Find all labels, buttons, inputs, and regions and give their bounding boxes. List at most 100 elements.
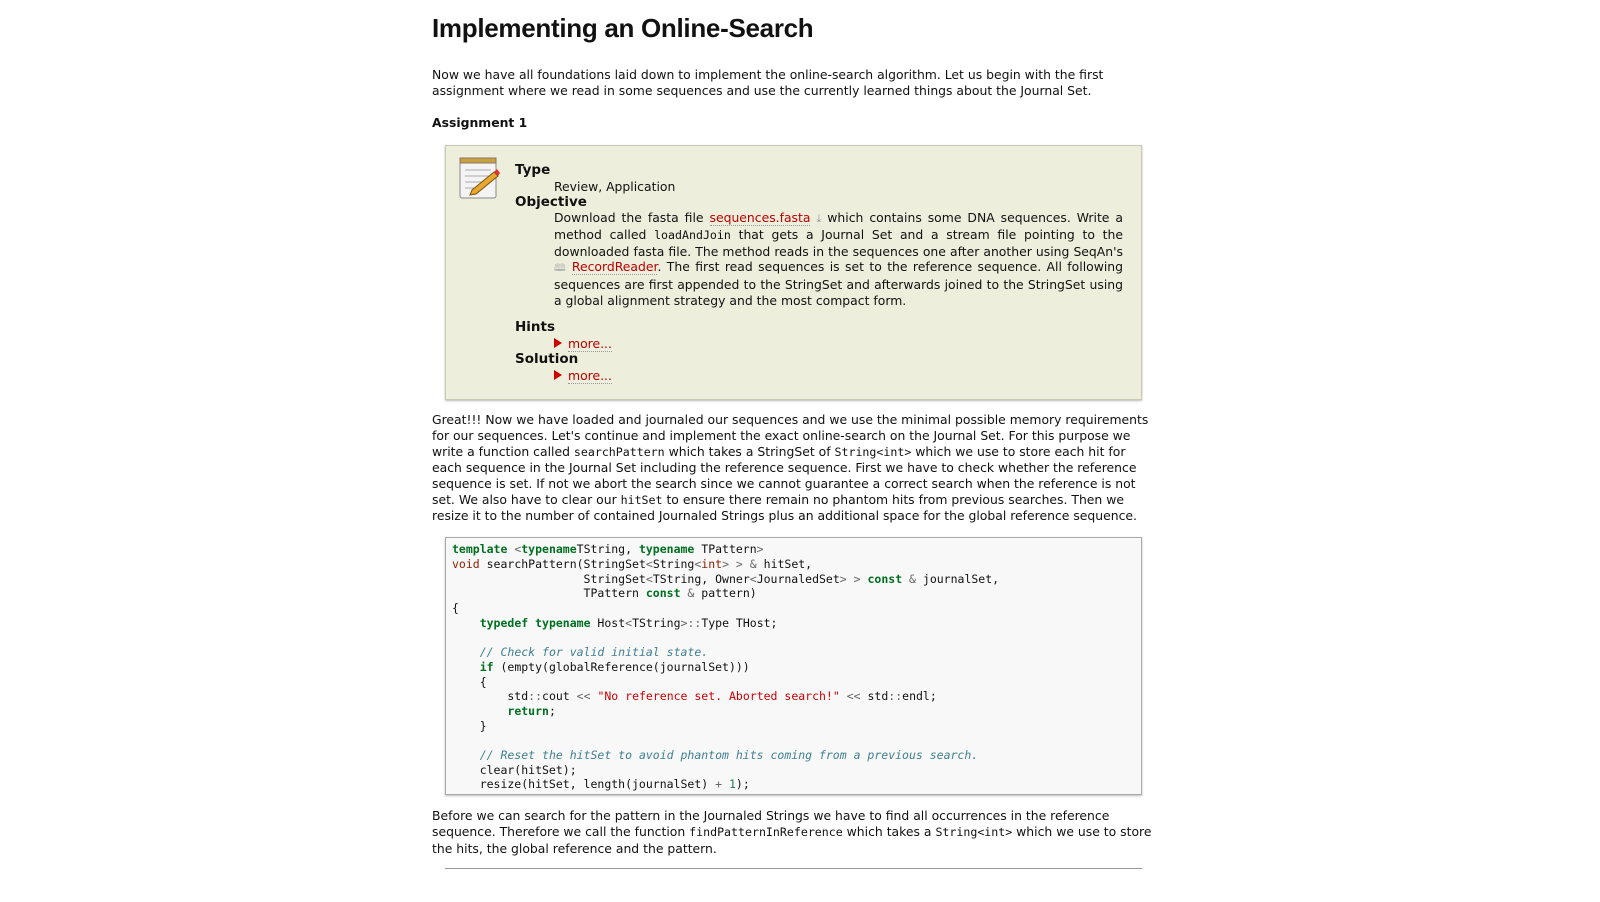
code-line: { [452, 675, 1135, 690]
triangle-right-icon [554, 369, 562, 380]
assignment-heading: Assignment 1 [432, 115, 528, 131]
code-token: < [507, 542, 522, 557]
code-line: ​ [452, 630, 1135, 645]
solution-toggle[interactable]: more... [554, 367, 1123, 384]
code-line: StringSet<TString, Owner<JournaledSet> >… [452, 572, 1135, 587]
code-token: :: [888, 689, 903, 704]
code-token: ; [548, 703, 556, 718]
hints-toggle[interactable]: more... [554, 336, 1123, 353]
code-token: >:: [680, 615, 702, 630]
code-block: template <typenameTString, typename TPat… [445, 537, 1142, 796]
code-line: resize(hitSet, length(journalSet) + 1); [452, 777, 1135, 792]
code-token: if [479, 659, 494, 674]
code-token: return [507, 703, 549, 718]
code-token: (empty(globalReference(journalSet))) [493, 659, 750, 674]
code-token: typename [638, 542, 695, 557]
code-line: { [452, 601, 1135, 616]
code-line: ​ [452, 733, 1135, 748]
code-token: & [902, 571, 916, 586]
code-line: // Reset the hitSet to avoid phantom hit… [452, 748, 1135, 763]
code-line: if (empty(globalReference(journalSet))) [452, 660, 1135, 675]
code-token: endl; [902, 689, 937, 704]
code-line: // Check for valid initial state. [452, 645, 1135, 660]
code-token: < [749, 571, 757, 586]
notepad-pencil-icon [459, 157, 500, 199]
code-token: Type THost; [701, 615, 778, 630]
code-token: typename [521, 542, 577, 557]
paragraph: Before we can search for the pattern in … [432, 808, 1156, 856]
inline-code: findPatternInReference [689, 824, 843, 839]
text: Download the fasta file [554, 210, 710, 226]
code-token: < [645, 556, 653, 571]
code-token: > > [839, 571, 861, 586]
code-token: << [576, 689, 591, 704]
code-token: // Check for valid initial state. [479, 645, 709, 660]
code-token: TPattern [452, 586, 646, 601]
code-token: int [701, 556, 723, 571]
code-token: JournaledSet [756, 571, 840, 586]
document: Implementing an Online-Search Now we hav… [432, 0, 1156, 879]
code-token: searchPattern(StringSet [479, 556, 646, 571]
code-token: > > [722, 556, 743, 571]
hints-more-link[interactable]: more... [568, 336, 612, 353]
code-token: << [846, 689, 861, 704]
code-token: & [742, 556, 757, 571]
code-token: const [645, 586, 681, 601]
recordreader-link[interactable]: RecordReader [571, 259, 658, 276]
inline-code: String<int> [834, 444, 912, 459]
code-line: template <typenameTString, typename TPat… [452, 542, 1135, 557]
code-token: } [452, 718, 487, 733]
code-token: > [756, 542, 764, 557]
code-token: + [715, 777, 723, 792]
code-line: return; [452, 704, 1135, 719]
code-token: "No reference set. Aborted search!" [597, 689, 840, 704]
sequences-fasta-link[interactable]: sequences.fasta [709, 210, 811, 227]
objective-label: Objective [515, 193, 587, 210]
inline-code: hitSet [620, 492, 663, 507]
solution-more-link[interactable]: more... [568, 367, 612, 384]
hints-label: Hints [515, 319, 556, 336]
code-token: journalSet, [915, 571, 1000, 586]
intro-paragraph: Now we have all foundations laid down to… [432, 67, 1104, 98]
type-label: Type [515, 162, 551, 179]
paragraph: Great!!! Now we have loaded and journale… [432, 412, 1156, 524]
page-title: Implementing an Online-Search [432, 13, 814, 43]
code-token: TPattern [694, 542, 757, 557]
code-token: StringSet [452, 571, 646, 586]
code-token: void [452, 556, 480, 571]
inline-code: searchPattern [573, 444, 665, 459]
solution-label: Solution [515, 350, 579, 367]
code-line: } [452, 719, 1135, 734]
code-token: hitSet, [756, 556, 813, 571]
code-token: & [680, 586, 695, 601]
code-token: cout [542, 689, 577, 704]
code-token: { [452, 600, 459, 615]
code-token: typename [535, 615, 591, 630]
code-token: 1 [728, 777, 736, 792]
code-line: std::cout << "No reference set. Aborted … [452, 689, 1135, 704]
code-token: // Reset the hitSet to avoid phantom hit… [479, 748, 979, 763]
code-token: TString, [576, 542, 639, 557]
code-token: typedef [479, 615, 529, 630]
inline-code: String<int> [935, 824, 1013, 839]
code-token: std [860, 689, 889, 704]
code-token: { [452, 674, 487, 689]
code-token: ); [735, 777, 750, 792]
code-token: TString, Owner [652, 571, 750, 586]
objective-text: Download the fasta file sequences.fasta … [554, 210, 1123, 308]
type-value: Review, Application [554, 178, 676, 194]
code-line: typedef typename Host<TString>::Type THo… [452, 616, 1135, 631]
code-token: :: [528, 689, 543, 704]
code-token: clear(hitSet); [452, 762, 577, 777]
text: which takes a [842, 823, 936, 839]
code-token: < [645, 571, 653, 586]
book-icon: 🕮 [554, 263, 572, 275]
